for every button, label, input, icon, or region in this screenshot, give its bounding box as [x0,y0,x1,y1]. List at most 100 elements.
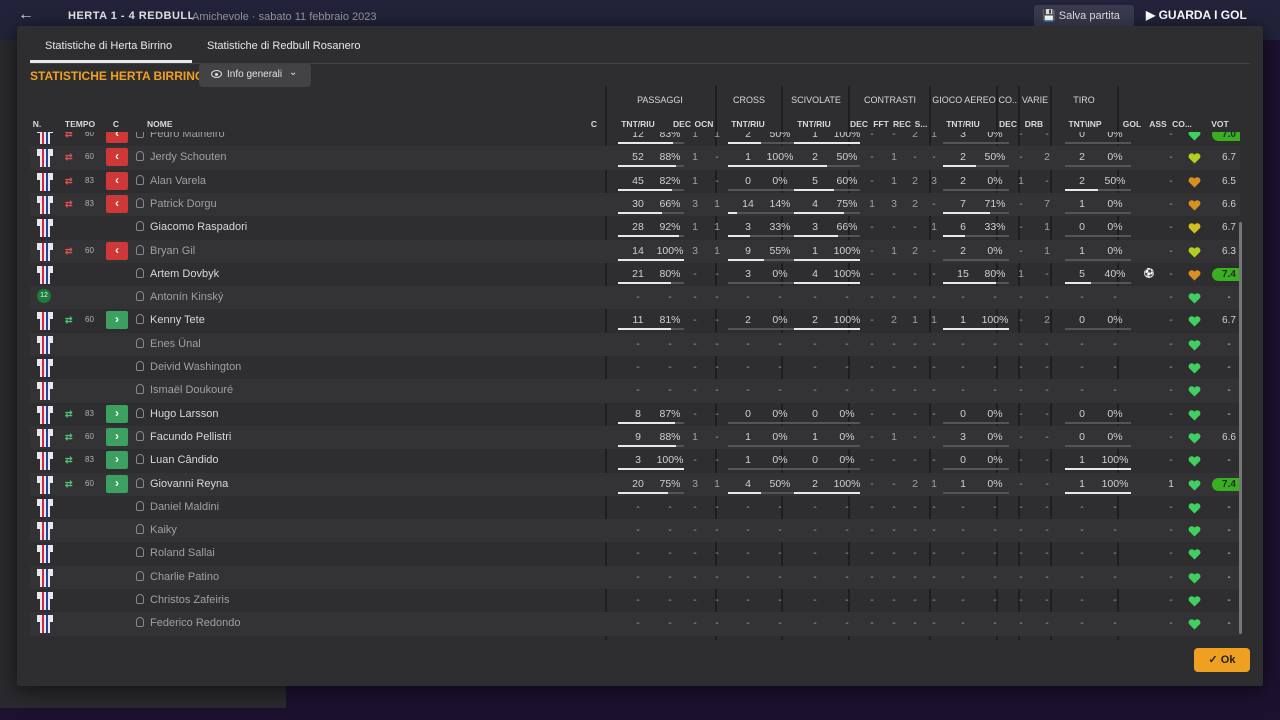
column-header-nome[interactable]: NOME [147,119,173,129]
save-match-button[interactable]: 💾 Salva partita [1034,5,1134,27]
stat-value: 33% [769,221,791,234]
stat-value: 0 [812,407,818,420]
player-row[interactable]: ⇄ 60 › Facundo Pellistri 9 88% 1 0% 1 0% 3 0% 0 0% 1 - -… [30,425,1240,450]
player-name[interactable]: Alan Varela [150,175,206,187]
shirt-sleeve [37,452,41,460]
kit-shirt-icon [37,380,53,401]
condition-heart-icon [1188,245,1201,257]
stat-value: - [693,267,697,280]
player-row[interactable]: Federico Redondo - - - - - - - - - - - - - - - - - - - - [30,612,1240,636]
player-row[interactable]: ⇄ 83 ‹ Alan Varela 45 82% 0 0% 5 60% 2 0% 2 50% 1- -1 2 3… [30,170,1240,193]
player-row[interactable]: Enes Ünal - - - - - - - - - - - - - - - - - - - - [30,332,1240,356]
player-name[interactable]: Ismaël Doukouré [150,384,233,396]
player-name[interactable]: Kaiky [150,524,177,536]
column-header-scivolate[interactable]: TNT/RIU [784,119,844,129]
stat-bar-fill [618,491,668,494]
tab-home-stats[interactable]: Statistiche di Herta Birrino [45,40,172,52]
player-row[interactable]: Charlie Patino - - - - - - - - - - - - - - - - - - - - [30,565,1240,589]
stat-value: 92% [659,221,681,234]
shirt-sleeve [49,428,53,436]
player-row[interactable]: Roland Sallai - - - - - - - - - - - - - - - - - - - - [30,542,1240,565]
stat-value: - [1113,547,1117,560]
player-name[interactable]: Deivid Washington [150,361,241,373]
player-row[interactable]: Ismaël Doukouré - - - - - - - - - - - - - - - - - - - - [30,379,1240,403]
player-name[interactable]: Charlie Patino [150,571,219,583]
column-header-pass[interactable]: TNT/RIU [608,119,668,129]
stat-value: - [1080,617,1084,630]
stat-value: 0 [745,407,751,420]
player-row[interactable]: Giacomo Raspadori 28 92% 3 33% 3 66% 6 33% 0 0% 1 1 -… [30,216,1240,239]
player-row[interactable]: ⇄ 60 ‹ Pedro Malheiro 12 83% 2 50% 1 100% 3 0% 0 0% 1 1… [30,132,1240,146]
chevron-left-icon[interactable]: ‹ [106,132,128,143]
column-header-vot[interactable]: VOT [1200,119,1240,129]
tab-away-stats[interactable]: Statistiche di Redbull Rosanero [207,40,360,52]
stat-value: - [1019,291,1023,304]
chevron-right-icon[interactable]: › [106,474,128,493]
column-header-n[interactable]: N. [17,119,57,129]
player-row[interactable]: Christos Zafeiris - - - - - - - - - - - - - - - - - - - - [30,589,1240,612]
player-name[interactable]: Bryan Gil [150,245,195,257]
player-row[interactable]: Daniel Maldini - - - - - - - - - - - - - - - - - - - - [30,496,1240,519]
player-row[interactable]: ⇄ 83 › Luan Cândido 3 100% 1 0% 0 0% 0 0% 1 100% - - - - -… [30,449,1240,472]
player-name[interactable]: Giovanni Reyna [150,478,228,490]
chevron-left-icon[interactable]: ‹ [106,171,128,190]
player-name[interactable]: Jerdy Schouten [150,151,226,163]
stat-value: 2 [960,244,966,257]
player-name[interactable]: Christos Zafeiris [150,594,229,606]
column-header-co[interactable]: CO... [1161,119,1203,129]
player-name[interactable]: Antonín Kinský [150,291,223,303]
player-row[interactable]: ⇄ 83 › Hugo Larsson 8 87% 0 0% 0 0% 0 0% 0 0% - - - - - - - -… [30,403,1240,426]
player-row[interactable]: Kaiky - - - - - - - - - - - - - - - - - - - - [30,519,1240,543]
chevron-right-icon[interactable]: › [106,427,128,446]
player-name[interactable]: Pedro Malheiro [150,132,225,140]
column-header-tempo[interactable]: TEMPO [59,119,101,129]
player-row[interactable]: ⇄ 60 ‹ Bryan Gil 14 100% 9 55% 1 100% 2 0% 1 0% 3 1 - 1 2 -… [30,239,1240,263]
watch-goals-button[interactable]: ▶ GUARDA I GOL [1146,8,1247,22]
player-row[interactable]: Deivid Washington - - - - - - - - - - - - - - - - - - - - [30,356,1240,379]
view-select-dropdown[interactable]: Info generali ⌄ [199,63,311,87]
table-scrollbar[interactable] [1239,222,1242,634]
stat-value: 0 [1079,221,1085,234]
chevron-left-icon[interactable]: ‹ [106,241,128,260]
player-name[interactable]: Kenny Tete [150,314,205,326]
sub-out-icon: ⇄ [65,132,73,139]
chevron-right-icon[interactable]: › [106,311,128,330]
player-name[interactable]: Facundo Pellistri [150,431,231,443]
stat-value: - [1169,244,1173,257]
chevron-left-icon[interactable]: ‹ [106,148,128,167]
stat-value: 2 [1044,151,1050,164]
stat-bar-fill [794,281,860,284]
player-name[interactable]: Federico Redondo [150,617,241,629]
column-header-aereo[interactable]: TNT/RIU [933,119,993,129]
player-row[interactable]: ⇄ 60 › Giovanni Reyna 20 75% 4 50% 2 100% 1 0% 1 100%… [30,472,1240,496]
player-row[interactable]: ⇄ 60 ‹ Jerdy Schouten 52 88% 1 100% 2 50% 2 50% 2 0% 1… [30,146,1240,170]
stat-value: - [668,500,672,513]
back-arrow-icon[interactable]: ← [18,6,34,24]
chevron-right-icon[interactable]: › [106,404,128,423]
stat-value: - [913,454,917,467]
player-name[interactable]: Roland Sallai [150,547,215,559]
stat-value: - [932,594,936,606]
chevron-right-icon[interactable]: › [106,451,128,470]
column-header-tiro[interactable]: TNT\INP [1055,119,1115,129]
player-row[interactable]: Artem Dovbyk 21 80% 3 0% 4 100% 15 80% 5 40% - - - - - -… [30,263,1240,286]
player-row[interactable]: ⇄ 83 ‹ Patrick Dorgu 30 66% 14 14% 4 75% 7 71% 1 0% 3 1… [30,192,1240,217]
stat-value: - [913,267,917,280]
stat-value: 0 [812,454,818,467]
player-row[interactable]: 12 Antonín Kinský - - - - - - - - - - - - - - - - - - - - [30,286,1240,310]
player-row[interactable]: ⇄ 60 › Kenny Tete 11 81% 2 0% 2 100% 1 100% 0 0% - - -2 1… [30,309,1240,332]
chevron-left-icon[interactable]: ‹ [106,194,128,213]
column-header-cross[interactable]: TNT/RIU [718,119,778,129]
player-name[interactable]: Artem Dovbyk [150,268,219,280]
column-header-drb[interactable]: DRB [1014,119,1054,129]
player-name[interactable]: Luan Cândido [150,454,219,466]
player-name[interactable]: Enes Ünal [150,338,201,350]
ok-button[interactable]: ✓ Ok [1194,648,1250,672]
stat-value: - [1169,197,1173,210]
player-name[interactable]: Hugo Larsson [150,408,219,420]
player-name[interactable]: Patrick Dorgu [150,198,217,210]
player-name[interactable]: Giacomo Raspadori [150,221,247,233]
shirt-sleeve [37,132,41,133]
column-header-c[interactable]: C [100,119,132,129]
player-name[interactable]: Daniel Maldini [150,501,219,513]
